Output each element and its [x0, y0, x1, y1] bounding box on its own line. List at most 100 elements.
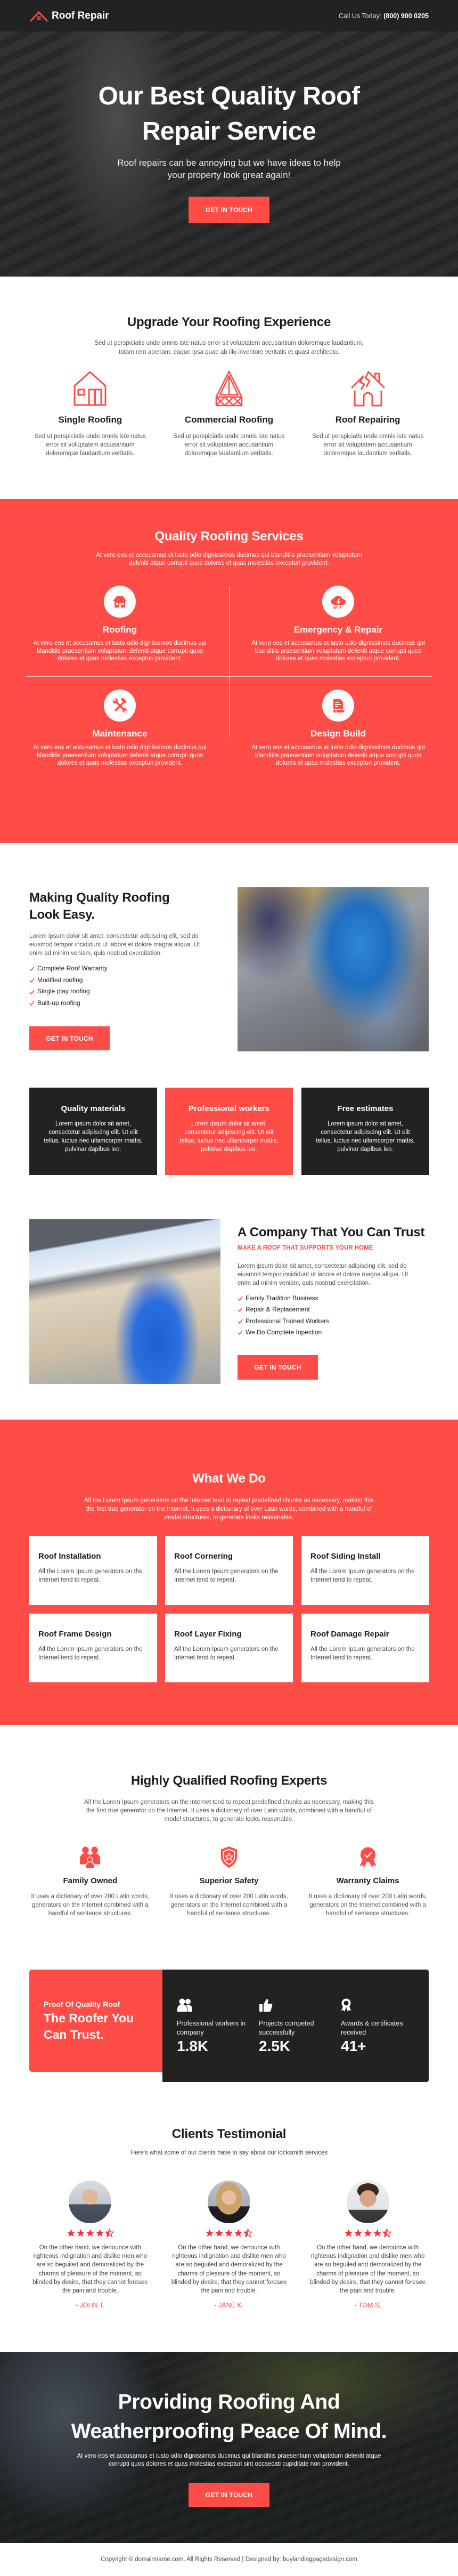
- testimonial-item: On the other hand, we denounce with righ…: [298, 2181, 437, 2314]
- checklist-item-label: We Do Complete Inpection: [246, 1328, 322, 1336]
- feature-title: Free estimates: [337, 1104, 394, 1113]
- features-section: Quality materials Lorem ipsum dolor sit …: [0, 1076, 458, 1188]
- testimonial-quote: On the other hand, we denounce with righ…: [171, 2245, 287, 2295]
- star-full-icon: [86, 2229, 94, 2237]
- stat-label: Projects competed successfully: [259, 2020, 314, 2036]
- check-icon: [238, 1307, 243, 1313]
- service-item-title: Roofing: [102, 625, 137, 635]
- expert-item-title: Family Owned: [63, 1876, 118, 1885]
- stat-item: Awards & certificates received 41+: [341, 1970, 421, 2082]
- service-card-text: All the Lorem Ipsum generators on the In…: [310, 1568, 415, 1583]
- checklist-item: Single play roofing: [29, 986, 108, 998]
- trust-checklist: Family Tradition Business Repair & Repla…: [238, 1293, 329, 1338]
- checklist-item-label: Built-up roofing: [37, 999, 80, 1007]
- star-full-icon: [354, 2229, 363, 2237]
- service-card: Roof Frame Design All the Lorem Ipsum gen…: [29, 1614, 157, 1682]
- service-card-text: All the Lorem Ipsum generators on the In…: [38, 1568, 143, 1583]
- upgrade-section: Upgrade Your Roofing Experience Sed ut p…: [0, 277, 458, 499]
- trust-section: A Company That You Can Trust MAKE A ROOF…: [0, 1188, 458, 1420]
- making-text: Lorem ipsum dolor sit amet, consectetur …: [29, 933, 200, 957]
- making-get-in-touch-button[interactable]: GET IN TOUCH: [29, 1026, 110, 1050]
- award-check-icon: [298, 1846, 437, 1868]
- users-icon: [177, 1998, 193, 2015]
- check-icon: [238, 1319, 243, 1324]
- cta-title: Providing Roofing And Weatherproofing Pe…: [71, 2391, 387, 2443]
- upgrade-item: Single Roofing Sed ut perspiciatis unde …: [21, 370, 160, 477]
- upgrade-item: Roof Repairing Sed ut perspiciatis unde …: [298, 370, 437, 477]
- hero-section: Our Best Quality Roof Repair Service Roo…: [0, 31, 458, 277]
- making-title: Making Quality Roofing Look Easy.: [29, 890, 170, 922]
- checklist-item-label: Professional Trained Workers: [246, 1317, 330, 1325]
- site-footer: Copyright © domainname.com. All Rights R…: [0, 2543, 458, 2576]
- trust-title: A Company That You Can Trust: [238, 1225, 425, 1240]
- service-card-title: Roof Installation: [38, 1552, 101, 1561]
- proof-eyebrow: Proof Of Quality Roof: [44, 2000, 120, 2008]
- service-card-title: Roof Cornering: [174, 1552, 233, 1561]
- checklist-item: Modified roofing: [29, 975, 108, 986]
- expert-item-text: It uses a dictionary of over 200 Latin w…: [308, 1893, 427, 1917]
- check-icon: [29, 966, 35, 971]
- feature-text: Lorem ipsum dolor sit amet, consectetur …: [316, 1121, 415, 1153]
- checklist-item-label: Repair & Replacement: [246, 1306, 310, 1314]
- copyright-text: Copyright © domainname.com. All Rights R…: [101, 2556, 357, 2563]
- check-icon: [29, 978, 35, 983]
- service-item-title: Design Build: [310, 728, 366, 739]
- upgrade-item-text: Sed ut perspiciatis unde omnis iste natu…: [34, 433, 146, 457]
- avatar: [207, 2181, 250, 2223]
- service-card-text: All the Lorem Ipsum generators on the In…: [174, 1646, 279, 1661]
- service-item-text: At vero eos et accusamus et iusto odio d…: [33, 640, 207, 662]
- tools-icon: [104, 690, 136, 722]
- expert-item-text: It uses a dictionary of over 200 Latin w…: [31, 1893, 150, 1917]
- checklist-item-label: Complete Roof Warranty: [37, 965, 108, 972]
- feature-text: Lorem ipsum dolor sit amet, consectetur …: [44, 1121, 143, 1153]
- what-we-do-text: All the Lorem Ipsum generators on the In…: [84, 1497, 374, 1521]
- checklist-item: Professional Trained Workers: [238, 1316, 329, 1327]
- check-icon: [29, 1001, 35, 1006]
- upgrade-item: Commercial Roofing Sed ut perspiciatis u…: [160, 370, 299, 477]
- expert-item: Superior Safety It uses a dictionary of …: [160, 1846, 299, 1942]
- testimonials-subtitle: Here's what some of our clients have to …: [130, 2150, 328, 2156]
- check-icon: [29, 990, 35, 994]
- checklist-item-label: Family Tradition Business: [246, 1294, 318, 1302]
- checklist-item-label: Modified roofing: [37, 976, 83, 984]
- feature-text: Lorem ipsum dolor sit amet, consectetur …: [179, 1121, 279, 1153]
- worker-gutter-photo: [29, 1219, 220, 1384]
- checklist-item: Repair & Replacement: [238, 1304, 329, 1315]
- roof-truss-icon: [160, 370, 299, 407]
- service-card: Roof Damage Repair All the Lorem Ipsum ge…: [301, 1614, 429, 1682]
- storm-cloud-icon: [322, 586, 354, 618]
- trust-get-in-touch-button[interactable]: GET IN TOUCH: [238, 1355, 318, 1380]
- service-item-text: At vero eos et accusamus et iusto odio d…: [251, 744, 425, 766]
- logo[interactable]: Roof Repair: [29, 0, 109, 31]
- proof-card: Proof Of Quality Roof The Roofer You Can…: [29, 1970, 162, 2072]
- star-half-icon: [104, 2229, 114, 2238]
- hero-get-in-touch-button[interactable]: GET IN TOUCH: [189, 197, 269, 223]
- thumbs-up-icon: [259, 1998, 273, 2015]
- service-card: Roof Layer Fixing All the Lorem Ipsum gen…: [165, 1614, 293, 1682]
- testimonial-item: On the other hand, we denounce with righ…: [21, 2181, 160, 2314]
- proof-title: The Roofer You Can Trust.: [44, 2011, 134, 2042]
- upgrade-item-title: Commercial Roofing: [184, 415, 274, 425]
- upgrade-item-title: Roof Repairing: [335, 415, 400, 425]
- making-section: Making Quality Roofing Look Easy. Lorem …: [0, 843, 458, 1076]
- checklist-item: We Do Complete Inpection: [238, 1327, 329, 1338]
- what-we-do-title: What We Do: [192, 1471, 266, 1486]
- logo-text: Roof Repair: [52, 10, 109, 21]
- stat-value: 41+: [341, 2038, 366, 2054]
- service-card: Roof Cornering All the Lorem Ipsum genera…: [165, 1536, 293, 1605]
- experts-text: All the Lorem Ipsum generators on the In…: [84, 1799, 374, 1822]
- service-card-title: Roof Layer Fixing: [174, 1630, 242, 1639]
- cta-text: At vero eos et accusamus et iusto odio d…: [77, 2453, 381, 2467]
- roofers-working-photo: [238, 887, 429, 1051]
- star-half-icon: [243, 2229, 253, 2238]
- checklist-item: Complete Roof Warranty: [29, 963, 108, 975]
- phone-number[interactable]: (800) 900 0205: [383, 12, 429, 20]
- hero-title: Our Best Quality Roof Repair Service: [98, 82, 360, 145]
- rating-stars: [160, 2229, 299, 2238]
- star-full-icon: [225, 2229, 233, 2237]
- cta-section: Providing Roofing And Weatherproofing Pe…: [0, 2352, 458, 2543]
- testimonial-author: - JANE K.: [214, 2302, 244, 2309]
- service-item-title: Emergency & Repair: [293, 625, 383, 635]
- house-outline-icon: [21, 370, 160, 407]
- cta-get-in-touch-button[interactable]: GET IN TOUCH: [189, 2483, 269, 2507]
